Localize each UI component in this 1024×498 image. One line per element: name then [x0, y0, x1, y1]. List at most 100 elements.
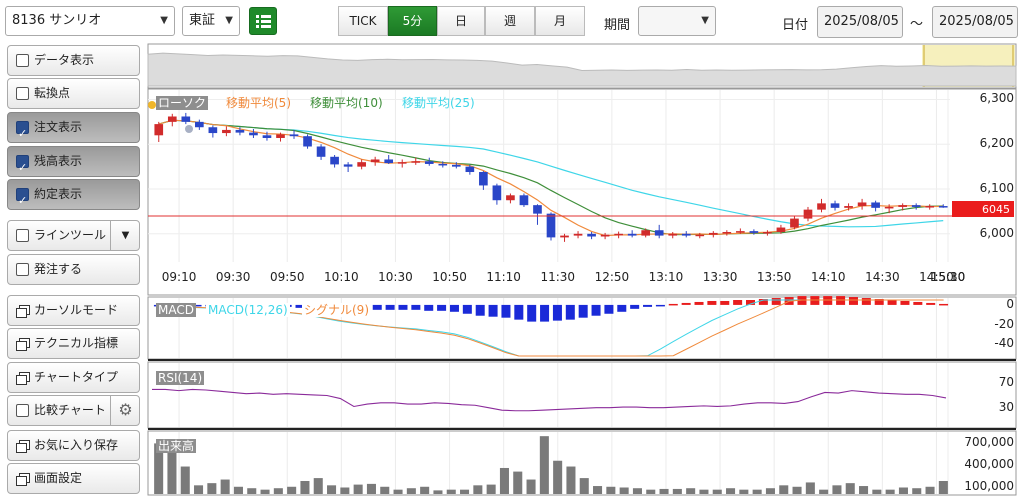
- volume-bar: [433, 490, 443, 494]
- candle-body: [736, 231, 745, 233]
- candle-body: [790, 218, 799, 228]
- volume-bar: [739, 489, 749, 494]
- macd-bar: [424, 304, 434, 311]
- volume-bar: [646, 489, 656, 494]
- candle-body: [641, 230, 651, 236]
- y-tick-label: -40: [994, 336, 1014, 351]
- x-tick-label: 12:50: [594, 270, 630, 284]
- x-tick-label: 15:30: [930, 270, 966, 284]
- volume-bar: [898, 487, 908, 494]
- candle-body: [546, 213, 556, 238]
- candle-body: [600, 234, 610, 237]
- macd-bar: [540, 304, 550, 322]
- macd-bar: [939, 303, 949, 306]
- volume-bar: [699, 489, 709, 494]
- macd-bar: [527, 304, 537, 322]
- legend-volume: 出来高: [156, 439, 197, 453]
- execution-marker: [185, 125, 193, 133]
- volume-bar: [353, 484, 363, 494]
- volume-bar: [712, 489, 722, 494]
- candle-body: [817, 203, 826, 210]
- macd-bar: [552, 304, 562, 321]
- chart-canvas[interactable]: 6045: [0, 0, 1024, 498]
- volume-bar: [313, 478, 323, 494]
- candle-body: [871, 202, 880, 208]
- candle-body: [749, 231, 759, 233]
- candle-body: [857, 202, 867, 207]
- y-tick-label: 6,200: [979, 136, 1014, 151]
- x-tick-label: 10:10: [324, 270, 359, 284]
- macd-bar: [707, 300, 717, 305]
- macd-bar: [565, 304, 575, 320]
- candle-body: [262, 135, 272, 138]
- chart-app: { "stock": {"label": "8136 サンリオ"}, "mark…: [0, 0, 1024, 498]
- volume-bar: [327, 485, 337, 494]
- candle-body: [884, 206, 894, 209]
- volume-bar: [273, 488, 283, 494]
- macd-bar: [617, 304, 627, 312]
- candle-body: [316, 146, 326, 157]
- volume-bar: [579, 478, 589, 494]
- volume-bar: [406, 488, 416, 494]
- volume-bar: [260, 489, 270, 494]
- macd-bar: [398, 304, 408, 310]
- candle-body: [722, 232, 732, 234]
- y-tick-label: 6,100: [979, 181, 1014, 196]
- candle-body: [844, 206, 853, 208]
- volume-bar: [752, 489, 762, 494]
- candle-body: [560, 235, 569, 238]
- candle-body: [357, 162, 366, 167]
- candle-body: [925, 206, 935, 208]
- volume-bar: [779, 485, 789, 494]
- macd-bar: [501, 304, 511, 318]
- volume-bar: [845, 483, 855, 494]
- candle-body: [154, 124, 164, 136]
- y-tick-label: 30: [998, 399, 1014, 414]
- y-tick-label: 70: [998, 375, 1014, 390]
- macd-bar: [475, 304, 485, 316]
- volume-bar: [446, 489, 456, 494]
- candle-body: [235, 129, 245, 133]
- volume-bar: [619, 487, 629, 494]
- x-tick-label: 09:30: [215, 270, 251, 284]
- volume-bar: [420, 486, 430, 494]
- volume-bar: [566, 466, 576, 494]
- macd-bar: [449, 304, 459, 312]
- candle-body: [898, 205, 907, 207]
- candle-body: [195, 121, 204, 128]
- volume-bar: [659, 488, 669, 494]
- volume-bar: [366, 483, 376, 494]
- macd-bar: [488, 304, 498, 317]
- candle-body: [506, 195, 515, 201]
- macd-bar: [733, 300, 743, 305]
- legend-ma25: 移動平均(25): [402, 96, 475, 110]
- candle-body: [424, 161, 434, 164]
- candle-body: [830, 203, 840, 208]
- x-tick-label: 14:30: [865, 270, 900, 284]
- legend-macd-sig: MACD(12,26): [206, 303, 290, 317]
- volume-bar: [686, 488, 696, 494]
- candle-body: [519, 195, 529, 206]
- candle-body: [276, 134, 285, 138]
- x-tick-label: 13:50: [756, 270, 792, 284]
- candle-body: [695, 234, 705, 237]
- legend-macd-hist: シグナル(9): [302, 303, 371, 317]
- candle-body: [776, 227, 786, 233]
- candle-body: [343, 164, 353, 167]
- volume-bar: [792, 486, 802, 494]
- volume-bar: [805, 482, 815, 494]
- volume-bar: [765, 488, 775, 494]
- x-tick-label: 14:10: [810, 270, 846, 284]
- price-panel: [147, 88, 1017, 296]
- legend-ma10: 移動平均(10): [310, 96, 383, 110]
- volume-bar: [233, 486, 243, 494]
- macd-bar: [771, 298, 781, 305]
- y-tick-label: 400,000: [964, 457, 1014, 472]
- volume-bar: [167, 452, 177, 494]
- volume-bar: [593, 486, 603, 494]
- macd-bar: [913, 301, 923, 305]
- candle-body: [438, 163, 448, 166]
- volume-bar: [526, 479, 536, 494]
- candle-body: [222, 129, 231, 134]
- candle-body: [708, 232, 718, 235]
